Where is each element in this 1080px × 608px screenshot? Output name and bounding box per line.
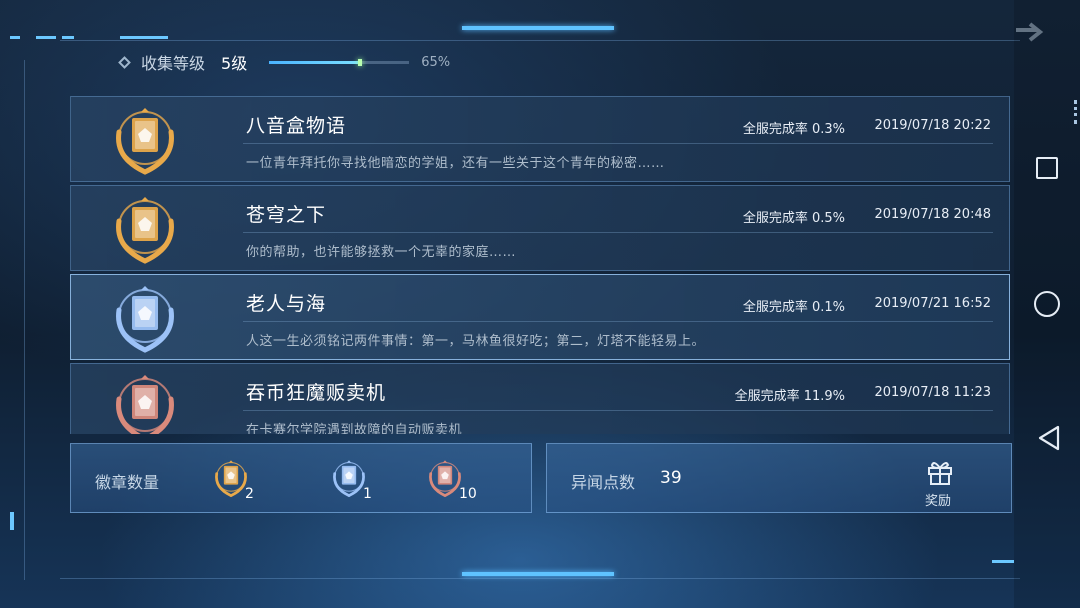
item-completion-rate: 全服完成率 0.5% (742, 211, 845, 226)
collection-progress-bar (269, 58, 410, 66)
item-divider (243, 232, 993, 233)
list-item[interactable]: 老人与海 全服完成率 0.1% 2019/07/21 16:52 人这一生必须铭… (70, 274, 1010, 360)
frame-left-line (24, 60, 25, 580)
gold-medal-icon (105, 102, 185, 178)
top-accent-bar (462, 26, 614, 30)
frame-top-line (60, 40, 1020, 41)
item-date: 2019/07/21 16:52 (874, 296, 991, 311)
item-title: 苍穹之下 (246, 204, 327, 226)
item-divider (243, 410, 993, 411)
gold-badge-count: 2 (209, 456, 289, 506)
item-completion-rate: 全服完成率 0.3% (742, 122, 845, 137)
reward-button[interactable]: 奖励 (919, 454, 961, 509)
left-tick-marks (10, 512, 14, 530)
bronze-medal-icon (105, 369, 185, 434)
recent-apps-icon[interactable] (1036, 157, 1058, 179)
frame-bottom-line (60, 578, 1020, 579)
item-completion-rate: 全服完成率 0.1% (742, 300, 845, 315)
points-label: 异闻点数 (571, 473, 636, 492)
arrow-right-icon (1016, 22, 1044, 42)
silver-medal-icon (105, 280, 185, 356)
system-nav-bar (1014, 0, 1080, 608)
list-item[interactable]: 苍穹之下 全服完成率 0.5% 2019/07/18 20:48 你的帮助，也许… (70, 185, 1010, 271)
collection-header: 收集等级 5级 65% (118, 48, 451, 76)
bottom-accent-bar (462, 572, 614, 576)
gold-count: 2 (245, 486, 254, 502)
item-description: 一位青年拜托你寻找他暗恋的学姐，还有一些关于这个青年的秘密…… (246, 156, 665, 171)
top-left-dash (120, 36, 168, 39)
item-completion-rate: 全服完成率 11.9% (734, 389, 845, 404)
item-title: 老人与海 (246, 293, 327, 315)
points-value: 39 (660, 468, 682, 488)
item-date: 2019/07/18 11:23 (874, 385, 991, 400)
diamond-icon (118, 55, 131, 69)
collection-level-value: 5级 (221, 54, 248, 73)
silver-count: 1 (363, 486, 372, 502)
top-left-dash (62, 36, 74, 39)
top-left-dash (10, 36, 20, 39)
bronze-count: 10 (459, 486, 477, 502)
item-description: 在卡赛尔学院遇到故障的自动贩卖机 (246, 423, 463, 434)
home-icon[interactable] (1034, 291, 1060, 317)
badge-count-panel: 徽章数量 2 1 10 (70, 443, 532, 513)
item-date: 2019/07/18 20:22 (874, 118, 991, 133)
back-icon[interactable] (1036, 424, 1062, 452)
item-divider (243, 321, 993, 322)
nav-dots (1074, 100, 1077, 124)
progress-knob (358, 58, 363, 66)
progress-fill (269, 60, 361, 64)
item-title: 吞币狂魔贩卖机 (246, 382, 387, 404)
collection-progress-text: 65% (421, 54, 451, 70)
list-item[interactable]: 吞币狂魔贩卖机 全服完成率 11.9% 2019/07/18 11:23 在卡赛… (70, 363, 1010, 434)
bronze-badge-count: 10 (423, 456, 503, 506)
right-dash (992, 560, 1014, 563)
collection-level-label: 收集等级 (141, 54, 206, 73)
points-panel: 异闻点数 39 奖励 (546, 443, 1012, 513)
reward-label: 奖励 (925, 494, 952, 509)
silver-badge-count: 1 (327, 456, 407, 506)
gold-medal-icon (105, 191, 185, 267)
list-item[interactable]: 八音盒物语 全服完成率 0.3% 2019/07/18 20:22 一位青年拜托… (70, 96, 1010, 182)
top-left-dash (36, 36, 56, 39)
item-date: 2019/07/18 20:48 (874, 207, 991, 222)
gift-icon (928, 462, 952, 485)
item-description: 人这一生必须铭记两件事情：第一，马林鱼很好吃；第二，灯塔不能轻易上。 (246, 334, 706, 349)
item-description: 你的帮助，也许能够拯救一个无辜的家庭…… (246, 245, 517, 260)
item-divider (243, 143, 993, 144)
case-list[interactable]: 八音盒物语 全服完成率 0.3% 2019/07/18 20:22 一位青年拜托… (70, 96, 1010, 434)
item-title: 八音盒物语 (246, 115, 347, 137)
badge-count-label: 徽章数量 (95, 473, 160, 492)
